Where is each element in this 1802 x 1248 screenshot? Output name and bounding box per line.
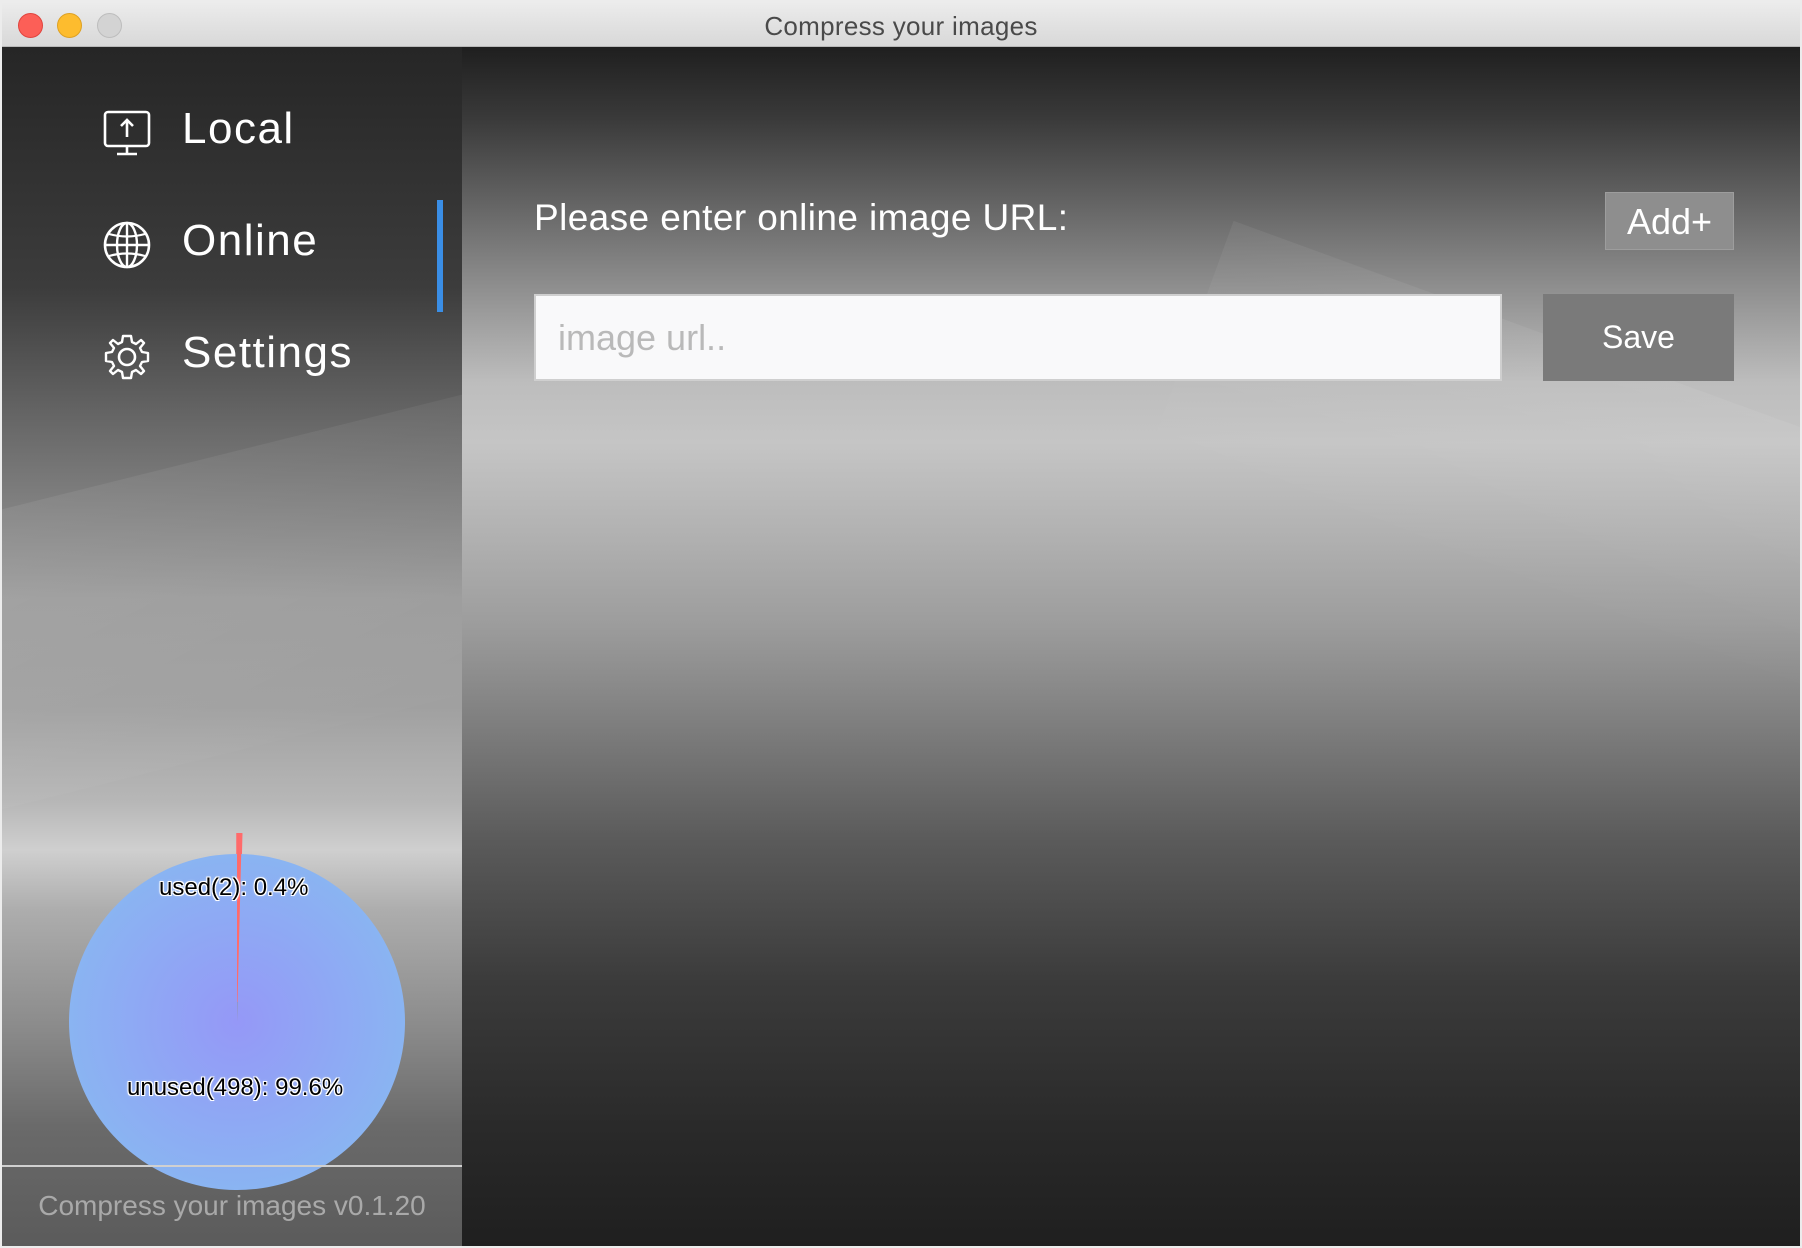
globe-icon <box>103 221 151 269</box>
title-bar: Compress your images <box>2 2 1800 47</box>
main-panel: Please enter online image URL: Add+ Save <box>462 47 1800 1246</box>
gear-icon <box>104 334 150 380</box>
sidebar-item-settings[interactable]: Settings <box>2 302 462 412</box>
pie-label-used: used(2): 0.4% <box>159 874 309 901</box>
window-title: Compress your images <box>764 11 1038 41</box>
sidebar-divider <box>2 1165 462 1167</box>
sidebar-item-label: Settings <box>182 328 353 377</box>
app-window: Compress your images Local Online Settin… <box>2 2 1800 1246</box>
monitor-upload-icon <box>103 110 151 156</box>
sidebar-item-label: Local <box>182 104 295 153</box>
pie-slice-unused <box>68 854 405 1190</box>
sidebar: Local Online Settings used(2): 0.4% unus… <box>2 47 462 1246</box>
pie-chart-svg <box>68 833 405 1190</box>
sidebar-item-online[interactable]: Online <box>2 190 462 300</box>
version-label: Compress your images v0.1.20 <box>38 1190 426 1221</box>
usage-pie-chart: used(2): 0.4% unused(498): 99.6% <box>62 777 412 1197</box>
url-prompt: Please enter online image URL: <box>534 197 1069 238</box>
active-indicator <box>437 200 443 312</box>
image-url-input[interactable] <box>534 294 1502 381</box>
save-button[interactable]: Save <box>1543 294 1734 381</box>
add-url-button[interactable]: Add+ <box>1605 192 1734 250</box>
sidebar-item-local[interactable]: Local <box>2 78 462 188</box>
pie-label-unused: unused(498): 99.6% <box>127 1074 344 1101</box>
sidebar-item-label: Online <box>182 216 319 265</box>
